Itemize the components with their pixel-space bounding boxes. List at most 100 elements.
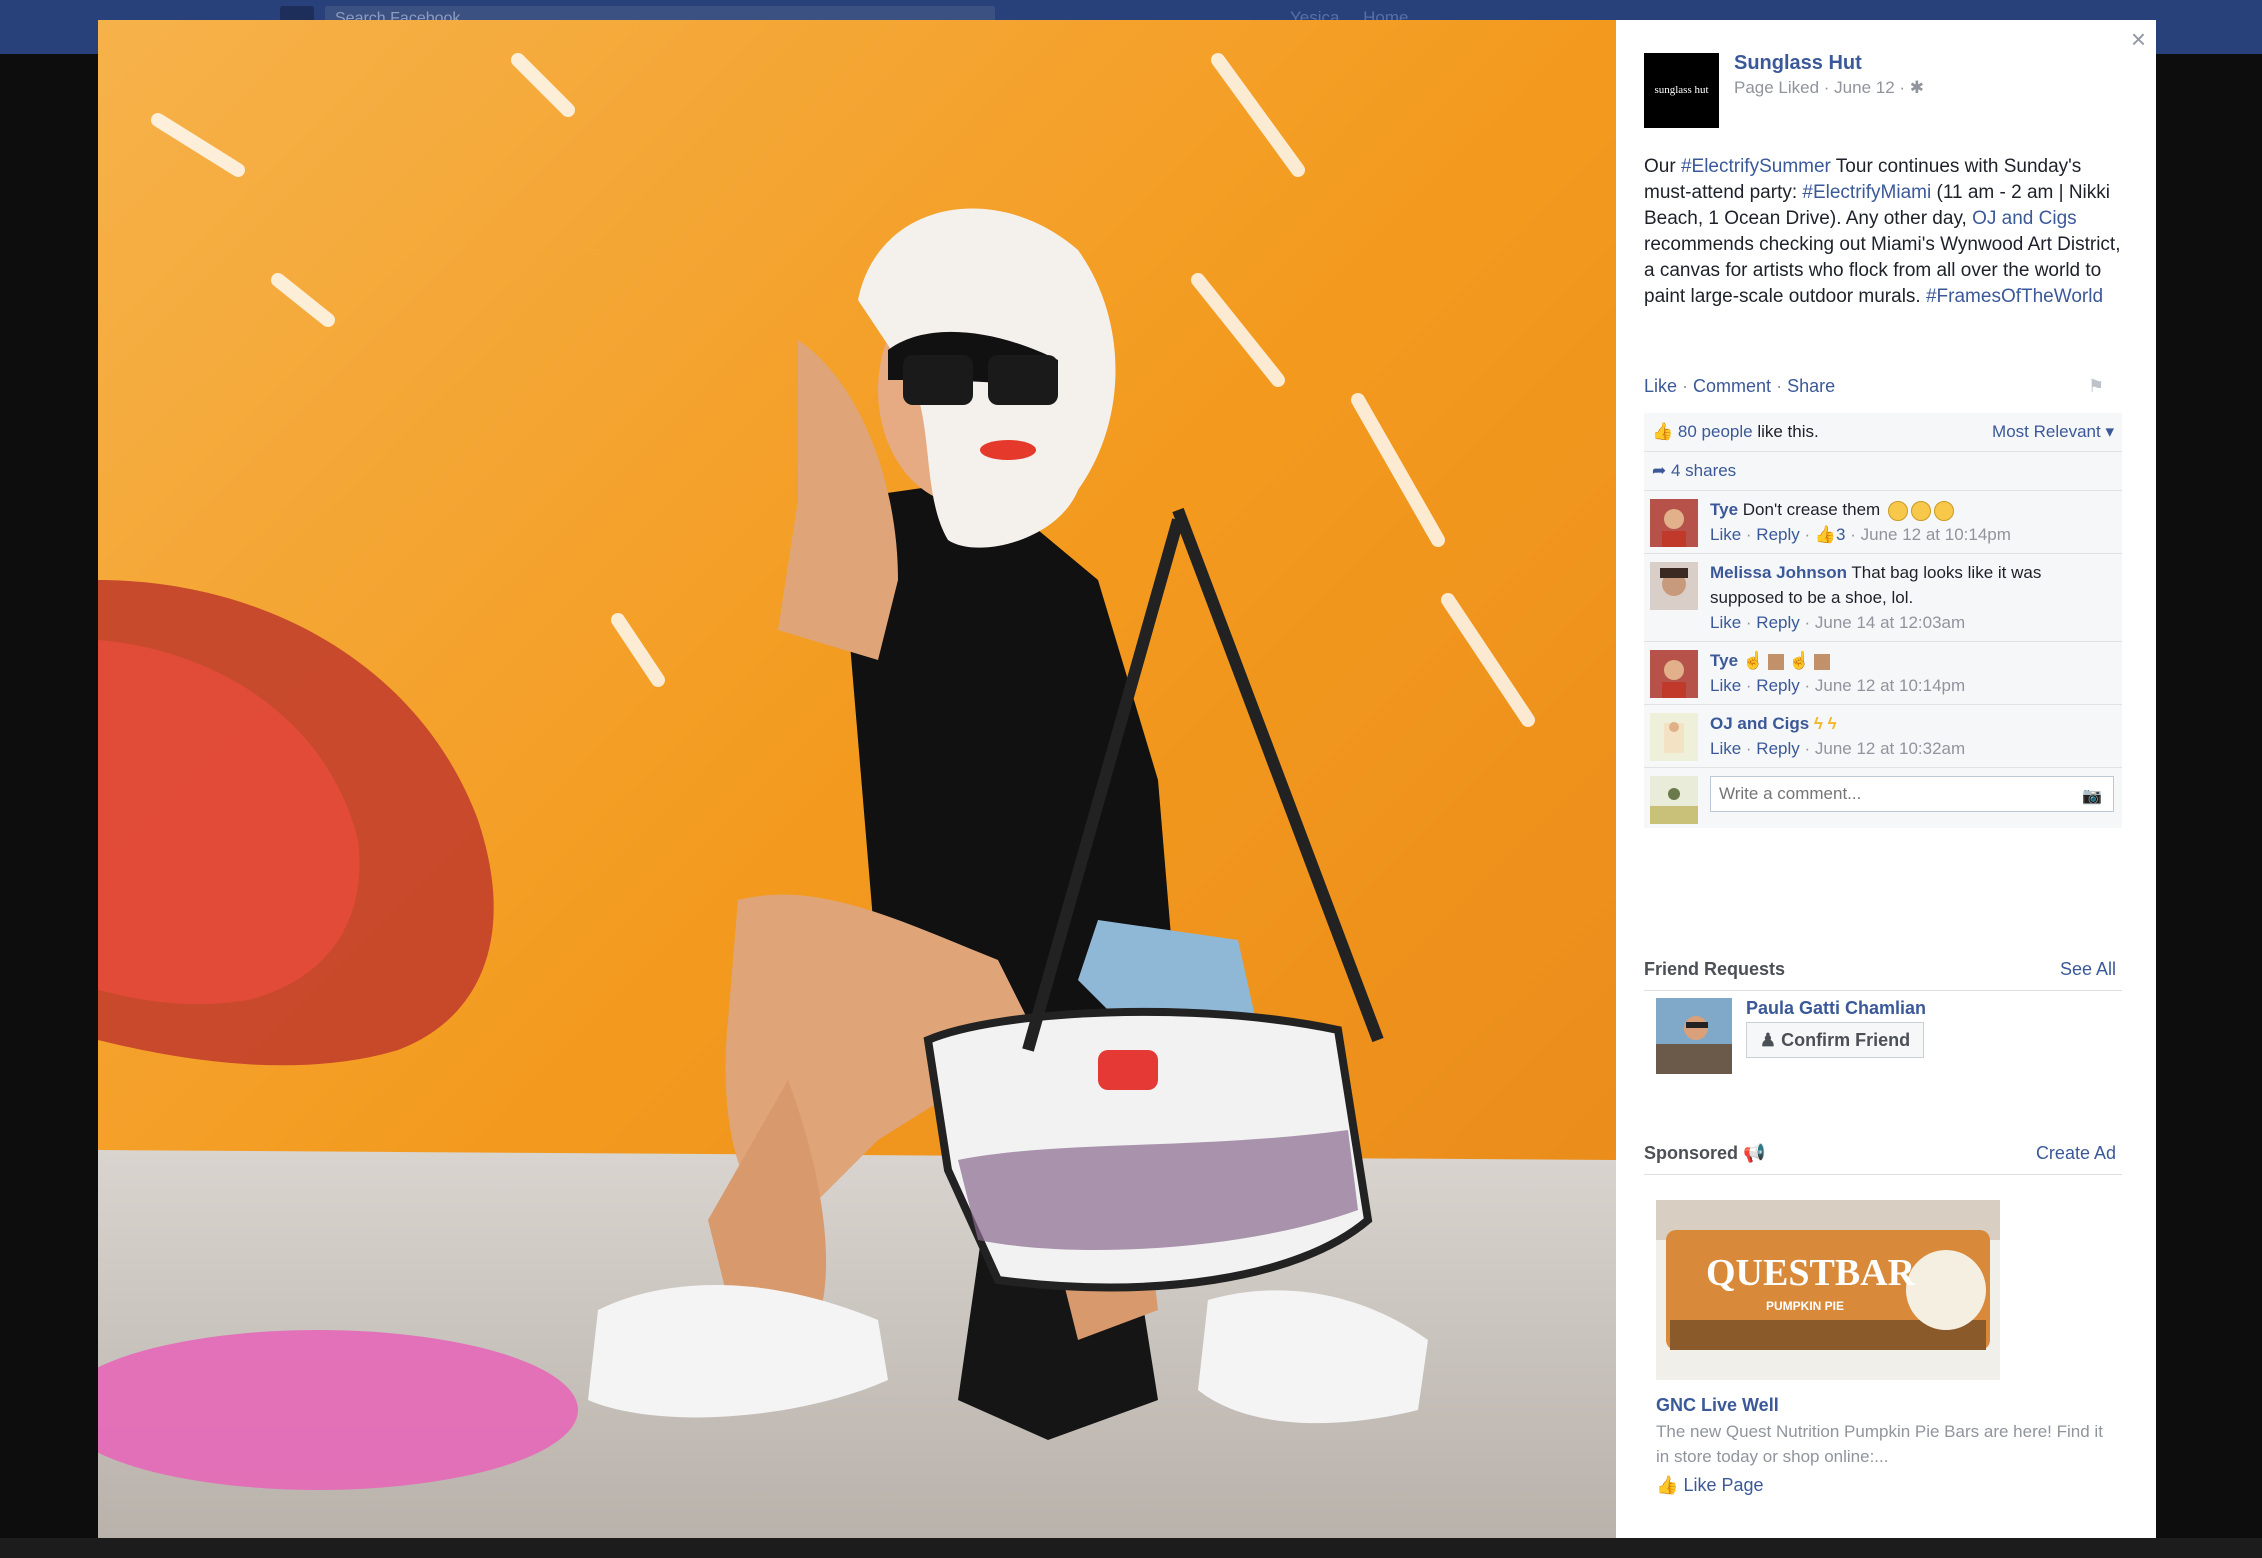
crying-emoji-icon bbox=[1933, 500, 1954, 521]
shares-summary: ➦ 4 shares bbox=[1644, 452, 2122, 491]
friend-request-name[interactable]: Paula Gatti Chamlian bbox=[1746, 998, 1926, 1019]
comment-like-link[interactable]: Like bbox=[1710, 525, 1741, 544]
mention-oj-and-cigs[interactable]: OJ and Cigs bbox=[1972, 208, 2077, 229]
current-user-avatar bbox=[1650, 776, 1698, 824]
comment-reply-link[interactable]: Reply bbox=[1756, 739, 1799, 758]
comment-like-link[interactable]: Like bbox=[1710, 613, 1741, 632]
comment-like-icon: 👍 bbox=[1814, 525, 1837, 544]
write-comment-row: 📷 bbox=[1644, 768, 2122, 828]
lightning-bolt-icon: ϟ bbox=[1827, 714, 1837, 733]
ad-image-illustration: QUESTBAR PUMPKIN PIE bbox=[1656, 1200, 2000, 1380]
friend-requests-title: Friend Requests bbox=[1644, 959, 1786, 979]
commenter-name[interactable]: Tye bbox=[1710, 651, 1738, 670]
like-page-label: Like Page bbox=[1683, 1475, 1764, 1495]
see-all-link[interactable]: See All bbox=[2060, 959, 2116, 980]
post-text-part: Our bbox=[1644, 156, 1681, 177]
ad-title-link[interactable]: GNC Live Well bbox=[1656, 1395, 1779, 1416]
action-separator: · bbox=[1771, 376, 1788, 396]
comment-input[interactable] bbox=[1710, 776, 2114, 812]
comment: Tye ☝ ☝ Like · Reply · June 12 at 10:14p… bbox=[1644, 642, 2122, 705]
ad-image-brand: QUESTBAR bbox=[1706, 1252, 1916, 1294]
background-page-strip bbox=[0, 1538, 2262, 1558]
sort-label: Most Relevant bbox=[1992, 422, 2101, 441]
like-page-button[interactable]: 👍 Like Page bbox=[1656, 1475, 1764, 1496]
commenter-avatar[interactable] bbox=[1650, 713, 1698, 761]
post-sidebar: × sunglass hut Sunglass Hut Page Liked ·… bbox=[1616, 20, 2156, 1538]
commenter-avatar[interactable] bbox=[1650, 562, 1698, 610]
ad-body-text[interactable]: The new Quest Nutrition Pumpkin Pie Bars… bbox=[1656, 1419, 2116, 1469]
ad-image-flavor: PUMPKIN PIE bbox=[1766, 1299, 1844, 1313]
share-arrow-icon: ➦ bbox=[1652, 461, 1667, 480]
friend-avatar[interactable] bbox=[1656, 998, 1732, 1074]
hashtag-electrifymiami[interactable]: #ElectrifyMiami bbox=[1802, 182, 1931, 203]
thumbs-up-icon: 👍 bbox=[1652, 422, 1674, 441]
hashtag-electrifysummer[interactable]: #ElectrifySummer bbox=[1681, 156, 1831, 177]
divider bbox=[1644, 990, 2122, 991]
action-separator: · bbox=[1677, 376, 1694, 396]
chevron-down-icon: ▾ bbox=[2105, 422, 2114, 441]
ad-image[interactable]: QUESTBAR PUMPKIN PIE bbox=[1656, 1200, 2000, 1380]
confirm-friend-label: Confirm Friend bbox=[1781, 1030, 1911, 1050]
commenter-name[interactable]: Tye bbox=[1710, 500, 1738, 519]
page-avatar[interactable]: sunglass hut bbox=[1644, 53, 1719, 128]
megaphone-icon: 📢 bbox=[1743, 1143, 1766, 1163]
comment-like-link[interactable]: Like bbox=[1710, 739, 1741, 758]
comment-body: Tye ☝ ☝ bbox=[1710, 648, 2114, 673]
comment-reply-link[interactable]: Reply bbox=[1756, 613, 1799, 632]
privacy-globe-icon[interactable]: ✱ bbox=[1910, 78, 1924, 97]
close-icon[interactable]: × bbox=[2131, 24, 2146, 55]
likers-link[interactable]: 80 people bbox=[1678, 422, 1753, 441]
commenter-name[interactable]: OJ and Cigs bbox=[1710, 714, 1809, 733]
feedback-box: 👍 80 people like this. Most Relevant ▾ ➦… bbox=[1644, 413, 2122, 828]
likes-summary: 👍 80 people like this. Most Relevant ▾ bbox=[1644, 413, 2122, 452]
pointing-hand-icon: ☝ bbox=[1788, 651, 1810, 670]
commenter-avatar[interactable] bbox=[1650, 499, 1698, 547]
likes-text: like this. bbox=[1752, 422, 1819, 441]
post-meta: Page Liked · June 12 · ✱ bbox=[1734, 78, 1924, 98]
post-meta-text: Page Liked · June 12 · bbox=[1734, 78, 1906, 97]
report-flag-icon[interactable]: ⚑ bbox=[2088, 376, 2104, 397]
like-button[interactable]: Like bbox=[1644, 376, 1677, 396]
commenter-name[interactable]: Melissa Johnson bbox=[1710, 563, 1847, 582]
share-button[interactable]: Share bbox=[1787, 376, 1835, 396]
crying-emoji-icon bbox=[1887, 500, 1908, 521]
comment-body: Tye Don't crease them bbox=[1710, 497, 2114, 522]
comment-time[interactable]: June 14 at 12:03am bbox=[1815, 613, 1965, 632]
comment-button[interactable]: Comment bbox=[1693, 376, 1771, 396]
create-ad-link[interactable]: Create Ad bbox=[2036, 1143, 2116, 1164]
comment-time[interactable]: June 12 at 10:32am bbox=[1815, 739, 1965, 758]
camera-icon[interactable]: 📷 bbox=[2082, 786, 2102, 806]
comment-meta: Like · Reply · June 12 at 10:14pm bbox=[1710, 676, 1966, 695]
crying-emoji-icon bbox=[1910, 500, 1931, 521]
thumbs-up-icon: 👍 bbox=[1656, 1475, 1679, 1495]
comment: Melissa Johnson That bag looks like it w… bbox=[1644, 554, 2122, 642]
add-friend-icon: ♟ bbox=[1759, 1030, 1777, 1050]
comment-reply-link[interactable]: Reply bbox=[1756, 676, 1799, 695]
comment-meta: Like · Reply · June 12 at 10:32am bbox=[1710, 739, 1966, 758]
pointing-hand-icon: ☝ bbox=[1742, 651, 1764, 670]
hashtag-framesoftheworld[interactable]: #FramesOfTheWorld bbox=[1926, 286, 2103, 307]
comment-body: OJ and Cigs ϟ ϟ bbox=[1710, 711, 2114, 736]
comment-like-link[interactable]: Like bbox=[1710, 676, 1741, 695]
sort-comments-dropdown[interactable]: Most Relevant ▾ bbox=[1992, 417, 2114, 447]
comment: Tye Don't crease them Like · Reply · 👍3 … bbox=[1644, 491, 2122, 554]
sponsored-label: Sponsored bbox=[1644, 1143, 1739, 1163]
photo-viewer: × sunglass hut Sunglass Hut Page Liked ·… bbox=[98, 20, 2156, 1538]
post-actions: Like · Comment · Share bbox=[1644, 376, 1835, 397]
comment-like-count[interactable]: 3 bbox=[1836, 525, 1845, 544]
post-photo[interactable] bbox=[98, 20, 1616, 1538]
shares-link[interactable]: 4 shares bbox=[1671, 461, 1736, 480]
comment-time[interactable]: June 12 at 10:14pm bbox=[1815, 676, 1965, 695]
comment: OJ and Cigs ϟ ϟ Like · Reply · June 12 a… bbox=[1644, 705, 2122, 768]
comment-meta: Like · Reply · 👍3 · June 12 at 10:14pm bbox=[1710, 525, 2011, 544]
confirm-friend-button[interactable]: ♟ Confirm Friend bbox=[1746, 1022, 1924, 1058]
post-text: Our #ElectrifySummer Tour continues with… bbox=[1644, 154, 2134, 310]
page-name-link[interactable]: Sunglass Hut bbox=[1734, 52, 1862, 75]
commenter-avatar[interactable] bbox=[1650, 650, 1698, 698]
comment-reply-link[interactable]: Reply bbox=[1756, 525, 1799, 544]
comment-time[interactable]: June 12 at 10:14pm bbox=[1861, 525, 2011, 544]
skin-tone-swatch-icon bbox=[1767, 653, 1784, 670]
divider bbox=[1644, 1174, 2122, 1175]
comment-body: Melissa Johnson That bag looks like it w… bbox=[1710, 560, 2114, 610]
photo-illustration bbox=[98, 20, 1616, 1538]
